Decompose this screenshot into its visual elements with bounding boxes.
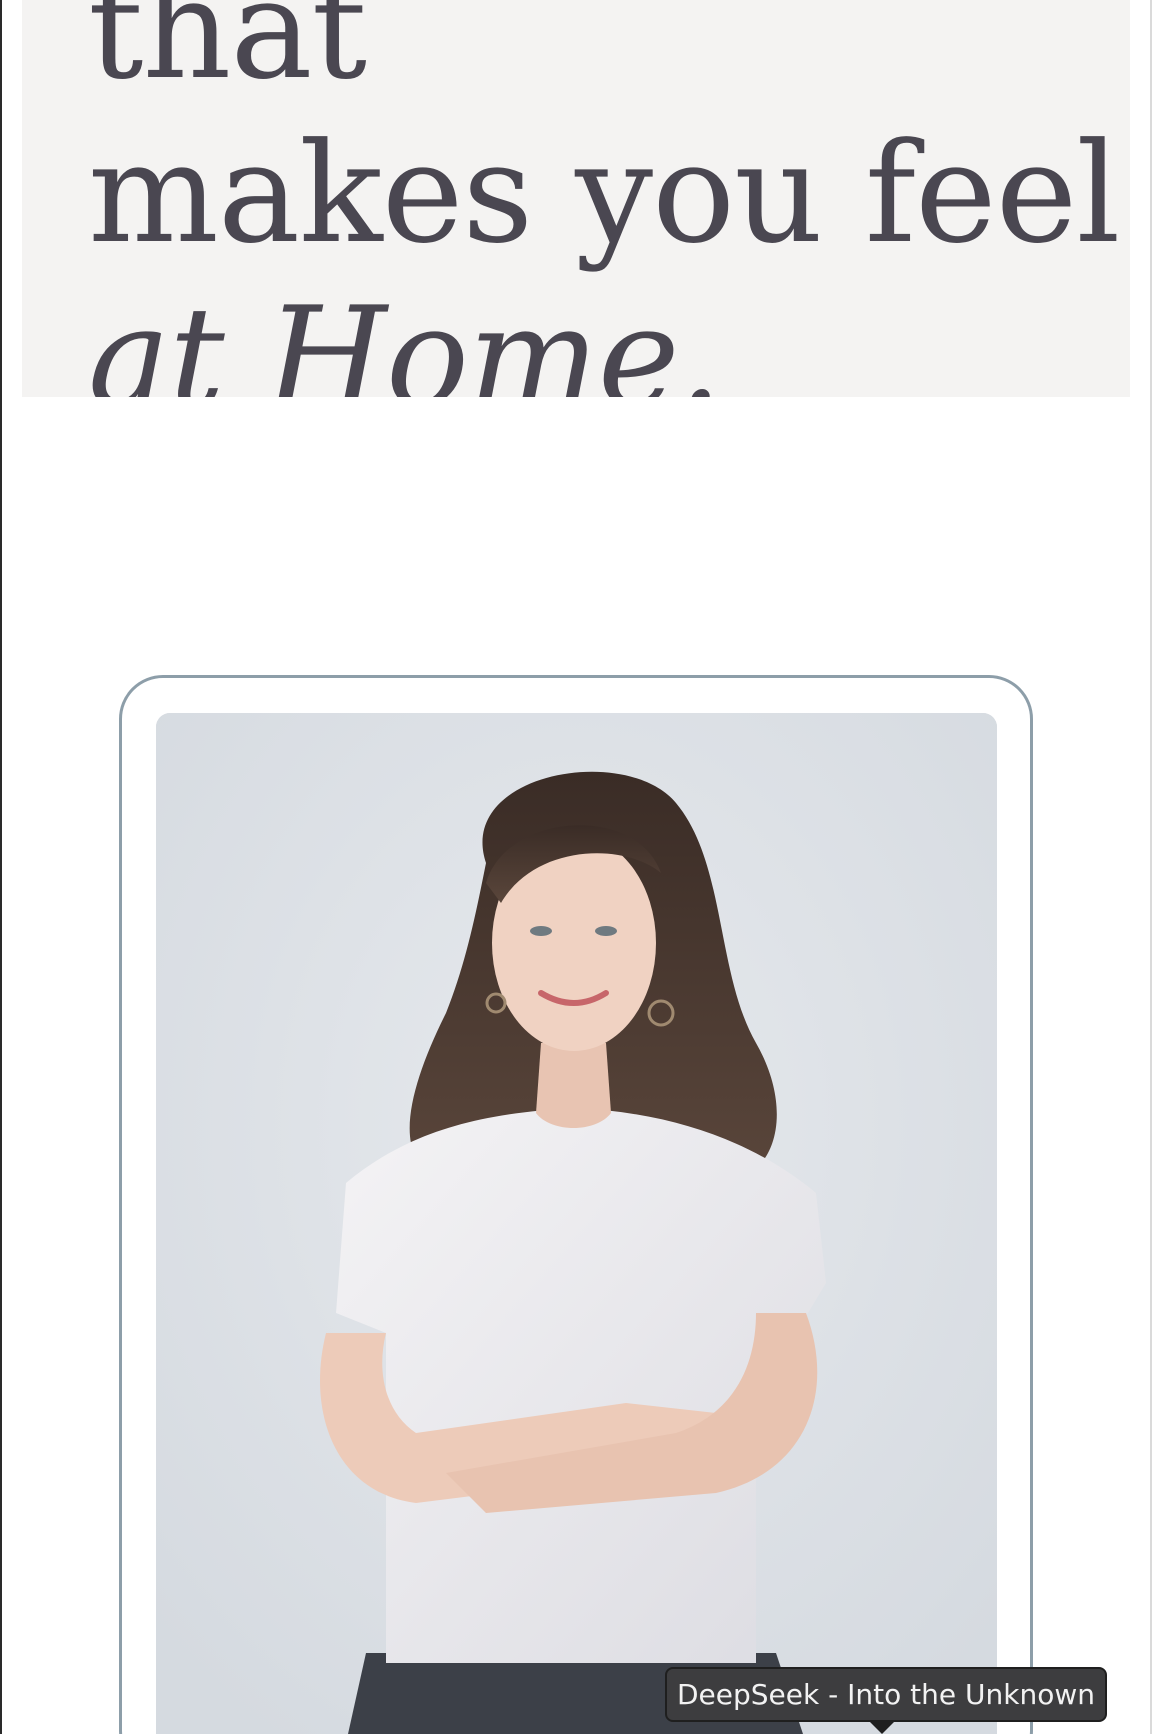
hero-heading-line-2: at Home. <box>88 277 722 397</box>
portrait-photo <box>156 713 997 1734</box>
hero-section: that makes you feel at Home. <box>22 0 1130 397</box>
hero-heading-partial-line: that <box>88 0 367 110</box>
tooltip-arrow-icon <box>868 1720 896 1734</box>
hero-heading: that makes you feel at Home. <box>88 0 1120 397</box>
window-edge-left <box>0 0 2 1734</box>
hero-heading-line-1: makes you feel <box>88 113 1120 274</box>
tooltip: DeepSeek - Into the Unknown <box>665 1667 1107 1722</box>
